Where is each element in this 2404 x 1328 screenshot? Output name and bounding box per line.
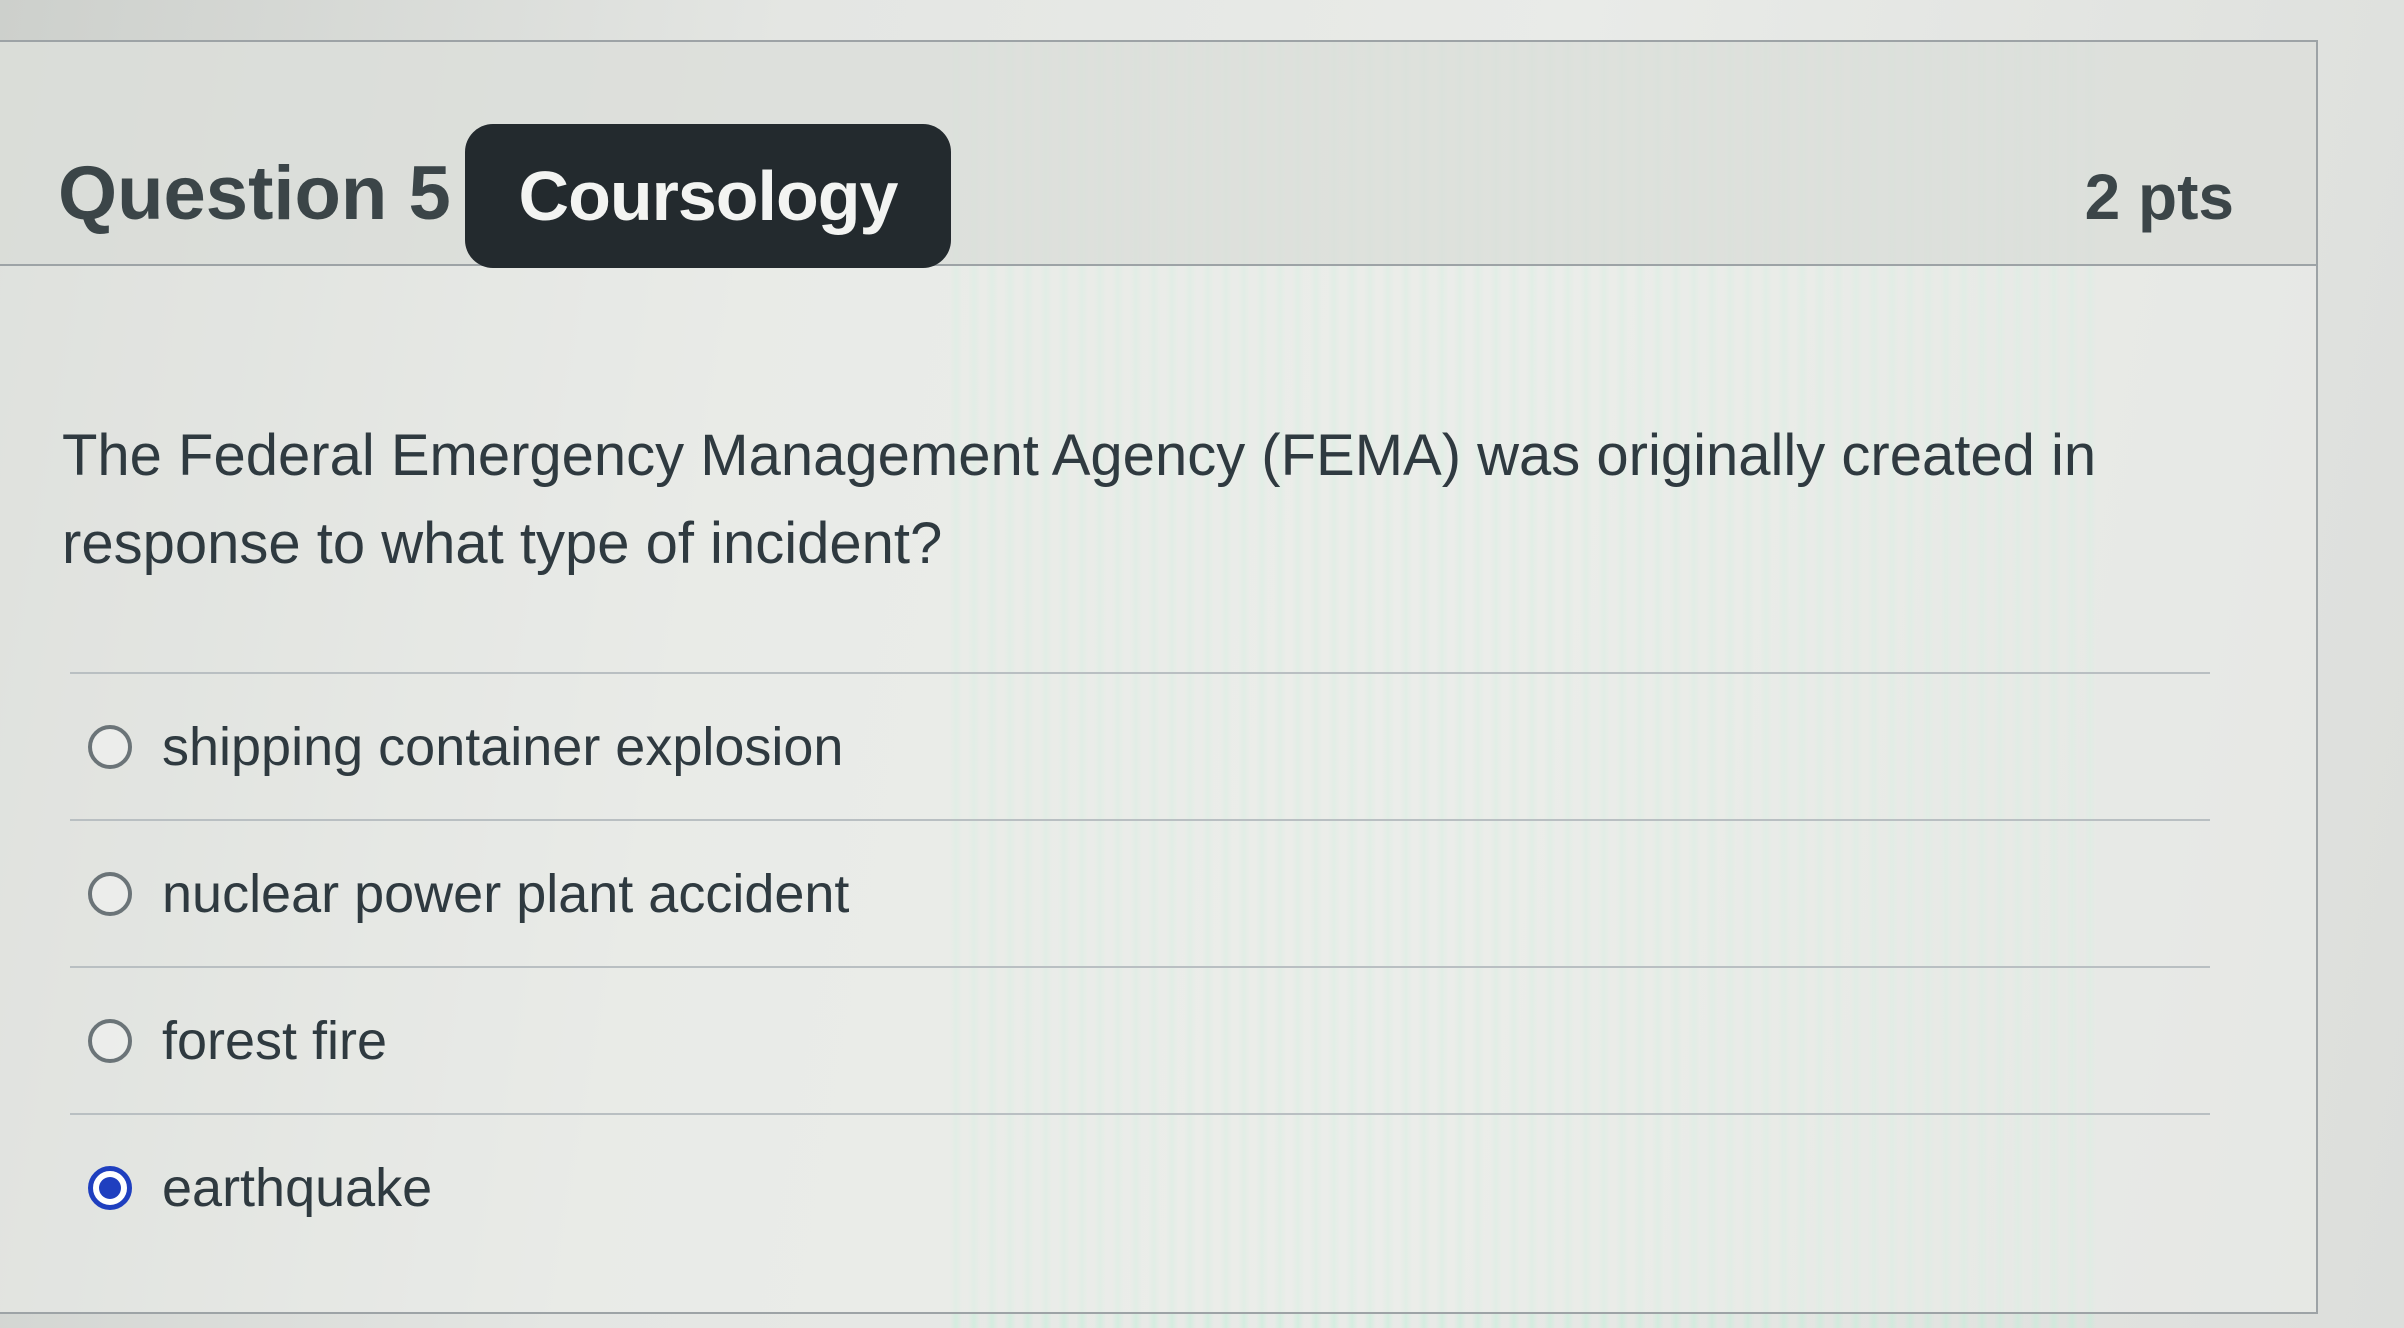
answer-list: shipping container explosion nuclear pow… bbox=[70, 672, 2210, 1260]
question-header: Question 5 Coursology 2 pts bbox=[0, 42, 2316, 268]
question-points: 2 pts bbox=[2084, 161, 2234, 233]
answer-option[interactable]: shipping container explosion bbox=[70, 672, 2210, 819]
answer-option[interactable]: nuclear power plant accident bbox=[70, 819, 2210, 966]
radio-button[interactable] bbox=[88, 871, 132, 916]
answer-option[interactable]: earthquake bbox=[70, 1113, 2210, 1260]
question-number: Question 5 bbox=[58, 151, 451, 236]
answer-label[interactable]: shipping container explosion bbox=[162, 716, 843, 778]
question-card: Question 5 Coursology 2 pts The Federal … bbox=[0, 40, 2318, 1314]
answer-label[interactable]: nuclear power plant accident bbox=[162, 863, 849, 925]
answer-option[interactable]: forest fire bbox=[70, 966, 2210, 1113]
answer-label[interactable]: earthquake bbox=[162, 1157, 432, 1219]
question-text: The Federal Emergency Management Agency … bbox=[62, 423, 2097, 576]
brand-logo-text: Coursology bbox=[518, 157, 899, 235]
coursology-badge: Coursology bbox=[465, 124, 951, 268]
radio-button-selected[interactable] bbox=[88, 1165, 132, 1210]
answer-label[interactable]: forest fire bbox=[162, 1010, 387, 1072]
radio-button[interactable] bbox=[88, 724, 132, 769]
radio-button[interactable] bbox=[88, 1018, 132, 1063]
